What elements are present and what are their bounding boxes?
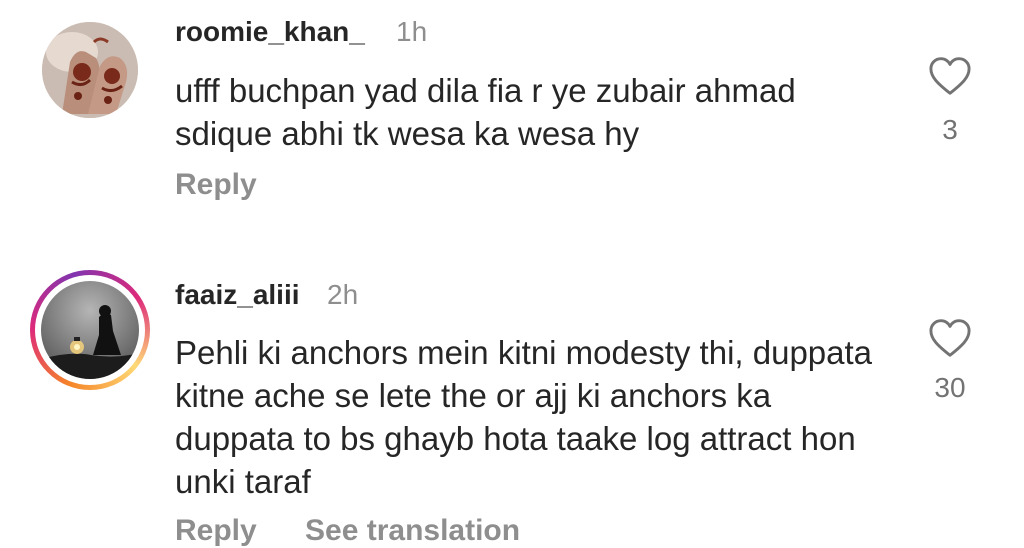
comment-item: faaiz_aliii 2h Pehli ki anchors mein kit… [0,262,1024,547]
like-count: 30 [934,372,966,403]
see-translation-button[interactable]: See translation [305,514,520,548]
comment-item: roomie_khan_ 1h ufff buchpan yad dila fi… [0,0,1024,240]
comment-username[interactable]: faaiz_aliii [175,279,300,311]
reply-button[interactable]: Reply [175,514,257,548]
avatar[interactable] [41,281,139,379]
comment-text: ufff buchpan yad dila fia r ye zubair ah… [175,72,796,152]
like-count: 3 [942,114,958,145]
heart-outline-icon[interactable] [928,56,972,96]
avatar[interactable] [42,22,138,118]
comment-timestamp: 1h [396,16,428,47]
silhouette-lantern-avatar-icon [41,281,139,379]
reply-button[interactable]: Reply [175,168,257,202]
heart-outline-icon[interactable] [928,318,972,358]
comment-username[interactable]: roomie_khan_ [175,16,365,48]
comment-text: Pehli ki anchors mein kitni modesty thi,… [175,334,873,500]
henna-hands-avatar-icon [42,22,138,118]
comment-timestamp: 2h [327,279,359,310]
